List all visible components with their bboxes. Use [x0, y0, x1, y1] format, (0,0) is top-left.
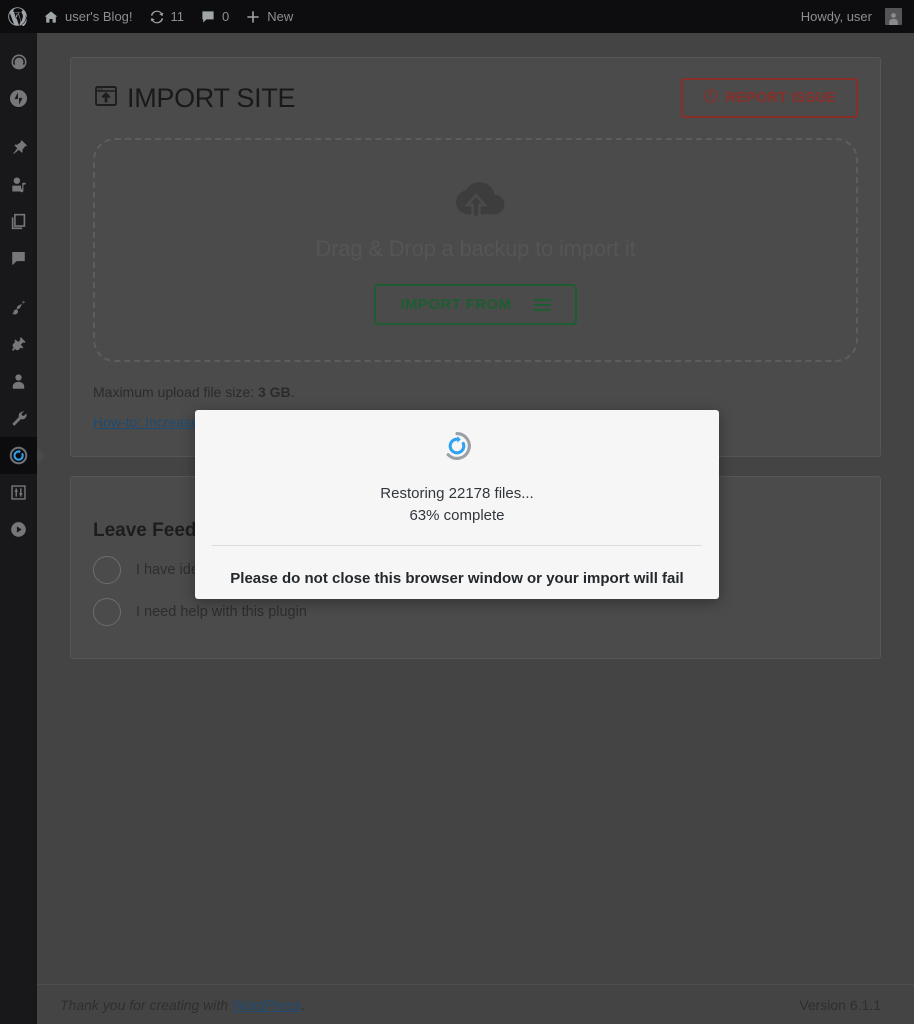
- footer-thanks-suffix: .: [301, 996, 306, 1013]
- wrench-icon: [9, 409, 28, 428]
- restore-spinner-icon: [441, 430, 473, 467]
- updates-count: 11: [170, 9, 185, 24]
- modal-divider: [212, 545, 702, 546]
- comments-menu[interactable]: 0: [192, 0, 237, 33]
- sidebar-item-media[interactable]: [0, 166, 37, 203]
- sidebar-item-pages[interactable]: [0, 203, 37, 240]
- modal-warning-text: Please do not close this browser window …: [230, 570, 684, 587]
- play-circle-icon: [9, 520, 28, 539]
- report-issue-label: REPORT ISSUE: [725, 90, 836, 106]
- howdy-label: Howdy, user: [800, 9, 872, 24]
- sidebar-item-collapse-menu[interactable]: [0, 511, 37, 548]
- sidebar-item-settings[interactable]: [0, 474, 37, 511]
- modal-status-text: Restoring 22178 files...: [380, 485, 534, 502]
- max-upload-suffix: .: [290, 384, 295, 400]
- page-title: IMPORT SITE: [127, 82, 296, 113]
- paintbrush-icon: [9, 298, 28, 317]
- sidebar-item-posts[interactable]: [0, 129, 37, 166]
- wordpress-icon: [8, 7, 27, 26]
- pages-stack-icon: [9, 212, 28, 231]
- dropzone-text: Drag & Drop a backup to import it: [315, 236, 636, 261]
- pushpin-icon: [9, 138, 28, 157]
- site-name-menu[interactable]: user's Blog!: [35, 0, 141, 33]
- site-name-label: user's Blog!: [65, 9, 133, 24]
- exclamation-circle-icon: [703, 88, 719, 108]
- footer-thanks-prefix: Thank you for creating with: [60, 996, 232, 1013]
- user-icon: [9, 372, 28, 391]
- new-content-menu[interactable]: New: [237, 0, 301, 33]
- import-from-label: IMPORT FROM: [400, 296, 512, 313]
- avatar: [885, 8, 902, 25]
- comment-bubble-icon: [9, 249, 28, 268]
- sidebar-separator-2: [0, 277, 37, 289]
- cloud-upload-icon: [444, 175, 508, 230]
- page-title-group: IMPORT SITE: [93, 82, 296, 114]
- sidebar-item-users[interactable]: [0, 363, 37, 400]
- import-card-header: IMPORT SITE REPORT ISSUE: [71, 58, 880, 120]
- comment-bubble-icon: [200, 9, 216, 25]
- max-upload-size-info: Maximum upload file size: 3 GB.: [71, 362, 880, 400]
- jetpack-icon: [9, 89, 28, 108]
- sidebar-item-plugins[interactable]: [0, 326, 37, 363]
- restore-circle-icon: [8, 445, 29, 466]
- footer-thanks: Thank you for creating with WordPress.: [60, 997, 305, 1013]
- updates-menu[interactable]: 11: [141, 0, 193, 33]
- sidebar-separator-1: [0, 117, 37, 129]
- modal-progress-text: 63% complete: [409, 507, 505, 524]
- my-account-menu[interactable]: Howdy, user: [793, 0, 914, 33]
- sidebar-item-tools[interactable]: [0, 400, 37, 437]
- feedback-label-help: I need help with this plugin: [136, 604, 307, 620]
- feedback-radio-help[interactable]: [93, 598, 121, 626]
- import-progress-modal: Restoring 22178 files... 63% complete Pl…: [195, 410, 719, 599]
- wordpress-logo-menu[interactable]: [0, 0, 35, 33]
- updates-icon: [149, 9, 165, 25]
- import-from-button[interactable]: IMPORT FROM: [374, 284, 577, 325]
- sidebar-item-comments[interactable]: [0, 240, 37, 277]
- media-music-icon: [9, 175, 28, 194]
- sidebar-top-gap: [0, 33, 37, 43]
- sidebar-item-appearance[interactable]: [0, 289, 37, 326]
- sliders-icon: [9, 483, 28, 502]
- report-issue-button[interactable]: REPORT ISSUE: [680, 78, 858, 118]
- plus-icon: [245, 9, 261, 25]
- backup-dropzone[interactable]: Drag & Drop a backup to import it IMPORT…: [93, 138, 858, 362]
- sidebar-item-jetpack[interactable]: [0, 80, 37, 117]
- new-content-label: New: [267, 9, 294, 24]
- footer-version: Version 6.1.1: [799, 996, 881, 1013]
- home-icon: [43, 9, 59, 25]
- admin-footer: Thank you for creating with WordPress. V…: [37, 984, 914, 1024]
- wordpress-link[interactable]: WordPress: [232, 997, 301, 1013]
- comments-count: 0: [222, 9, 230, 24]
- admin-bar: user's Blog! 11 0 New Howdy, user: [0, 0, 914, 33]
- feedback-radio-ideas[interactable]: [93, 556, 121, 584]
- max-upload-prefix: Maximum upload file size:: [93, 384, 258, 400]
- max-upload-value: 3 GB: [257, 384, 291, 400]
- hamburger-menu-icon: [533, 298, 551, 311]
- sidebar-item-dashboard[interactable]: [0, 43, 37, 80]
- dashboard-gauge-icon: [9, 52, 29, 72]
- admin-sidebar-menu: [0, 33, 45, 1024]
- import-window-arrow-icon: [93, 83, 119, 114]
- sidebar-item-all-in-one-wp-migration[interactable]: [0, 437, 45, 474]
- plug-icon: [9, 335, 28, 354]
- import-site-card: IMPORT SITE REPORT ISSUE Drag & Drop a b…: [70, 57, 881, 457]
